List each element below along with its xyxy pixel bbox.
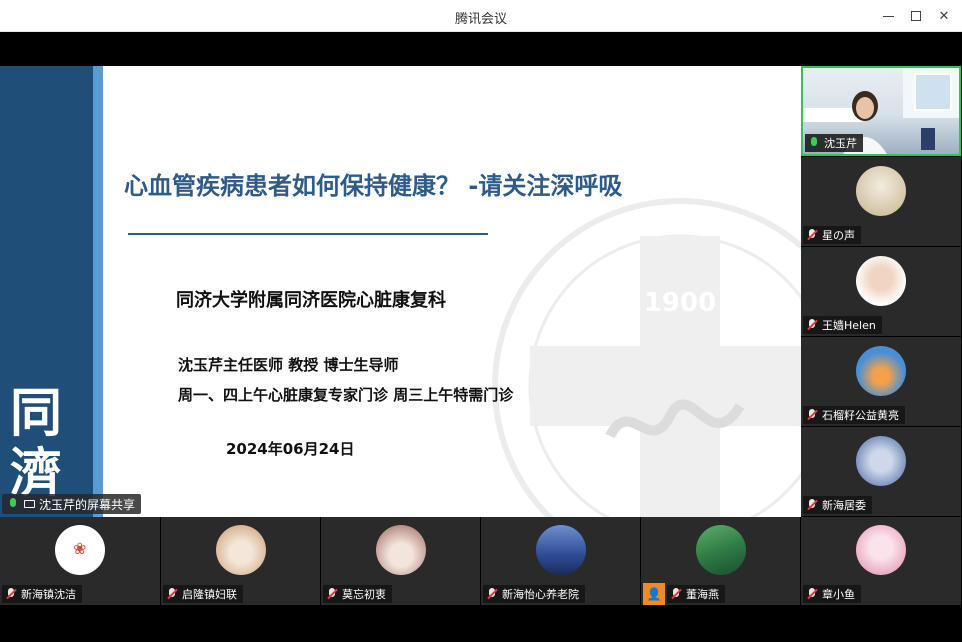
slide-title: 心血管疾病患者如何保持健康？ -请关注深呼吸 — [124, 172, 623, 200]
participant-name: 王嫱Helen — [822, 319, 876, 332]
mic-muted-icon — [805, 587, 819, 601]
participant-avatar — [856, 346, 906, 396]
participant-name: 新海镇沈洁 — [21, 588, 76, 601]
participant-name: 启隆镇妇联 — [182, 588, 237, 601]
mic-muted-icon — [4, 587, 18, 601]
participant-tile[interactable]: 新海居委 — [801, 427, 961, 516]
screen-share-text: 沈玉芹的屏幕共享 — [39, 497, 136, 512]
window-title: 腾讯会议 — [454, 12, 507, 27]
participant-tile[interactable]: 新海怡心养老院 — [481, 517, 640, 605]
slide-date: 2024年06月24日 — [226, 440, 355, 458]
mic-muted-icon — [805, 318, 819, 332]
participant-tile[interactable]: 👤 董海燕 — [641, 517, 800, 605]
participant-namebar: 董海燕 — [667, 585, 725, 603]
participant-namebar: 石榴籽公益黄亮 — [803, 406, 905, 424]
mic-on-icon — [6, 497, 20, 511]
participant-name: 莫忘初衷 — [342, 588, 386, 601]
slide-calligraphy: 同濟 — [10, 383, 63, 504]
participant-avatar — [536, 525, 586, 575]
minimize-button[interactable] — [878, 6, 898, 26]
participant-avatar: ❀ — [55, 525, 105, 575]
participant-tile[interactable]: 章小鱼 — [801, 517, 961, 605]
participant-tile[interactable]: 王嫱Helen — [801, 247, 961, 336]
participant-tile-active-speaker[interactable]: 沈玉芹 — [801, 66, 961, 156]
participant-name: 星の声 — [822, 229, 855, 242]
participant-avatar — [696, 525, 746, 575]
mic-muted-icon — [805, 498, 819, 512]
participant-namebar: 莫忘初衷 — [323, 585, 392, 603]
slide-left-stripe — [93, 66, 103, 517]
mic-muted-icon — [325, 587, 339, 601]
participant-tile[interactable]: 石榴籽公益黄亮 — [801, 337, 961, 426]
close-icon: ✕ — [938, 8, 950, 24]
slide-doctor: 沈玉芹主任医师 教授 博士生导师 — [178, 356, 399, 374]
participant-tile[interactable]: ❀ 新海镇沈洁 — [0, 517, 160, 605]
mic-muted-icon — [485, 587, 499, 601]
title-divider — [128, 233, 488, 235]
slide-clinic-hours: 周一、四上午心脏康复专家门诊 周三上午特需门诊 — [178, 386, 514, 404]
slide-department: 同济大学附属同济医院心脏康复科 — [176, 290, 446, 311]
close-button[interactable]: ✕ — [934, 6, 954, 26]
participant-avatar — [216, 525, 266, 575]
mic-muted-icon — [669, 587, 683, 601]
participant-name: 石榴籽公益黄亮 — [822, 409, 899, 422]
participant-avatar — [856, 256, 906, 306]
participant-avatar — [856, 166, 906, 216]
maximize-icon — [911, 11, 921, 21]
participant-tile[interactable]: 启隆镇妇联 — [161, 517, 320, 605]
title-bar: 腾讯会议 ✕ — [0, 0, 962, 32]
mic-muted-icon — [165, 587, 179, 601]
participant-name: 章小鱼 — [822, 588, 855, 601]
participant-avatar — [856, 436, 906, 486]
top-toolbar-strip — [0, 32, 962, 66]
participant-avatar — [376, 525, 426, 575]
meeting-window: 腾讯会议 ✕ 同濟 1900 心血管疾病患者如何保持健康？ -请关注深呼吸 同济… — [0, 0, 962, 642]
participant-name: 沈玉芹 — [824, 137, 857, 150]
participant-avatar — [856, 525, 906, 575]
participant-name: 董海燕 — [686, 588, 719, 601]
participant-name: 新海居委 — [822, 499, 866, 512]
participant-tile[interactable]: 莫忘初衷 — [321, 517, 480, 605]
participant-namebar: 沈玉芹 — [805, 134, 863, 152]
maximize-button[interactable] — [906, 6, 926, 26]
participant-name: 新海怡心养老院 — [502, 588, 579, 601]
watermark-year: 1900 — [644, 288, 716, 318]
participant-tile[interactable]: 星の声 — [801, 157, 961, 246]
mic-muted-icon — [805, 408, 819, 422]
participant-namebar: 星の声 — [803, 226, 861, 244]
participant-namebar: 新海居委 — [803, 496, 872, 514]
participant-namebar: 新海镇沈洁 — [2, 585, 82, 603]
mic-on-icon — [807, 136, 821, 150]
screen-share-label: 沈玉芹的屏幕共享 — [2, 494, 142, 514]
hospital-seal-watermark: 1900 — [492, 198, 801, 517]
screen-share-icon — [24, 500, 35, 508]
bottom-toolbar-strip — [0, 605, 962, 642]
participant-namebar: 新海怡心养老院 — [483, 585, 585, 603]
shared-screen[interactable]: 同濟 1900 心血管疾病患者如何保持健康？ -请关注深呼吸 同济大学附属同济医… — [0, 66, 801, 517]
participant-namebar: 章小鱼 — [803, 585, 861, 603]
participant-namebar: 王嫱Helen — [803, 316, 882, 334]
avatar-emblem-icon: ❀ — [73, 539, 87, 558]
user-profile-icon: 👤 — [643, 583, 665, 605]
participant-namebar: 启隆镇妇联 — [163, 585, 243, 603]
minimize-icon — [882, 15, 894, 17]
mic-muted-icon — [805, 228, 819, 242]
